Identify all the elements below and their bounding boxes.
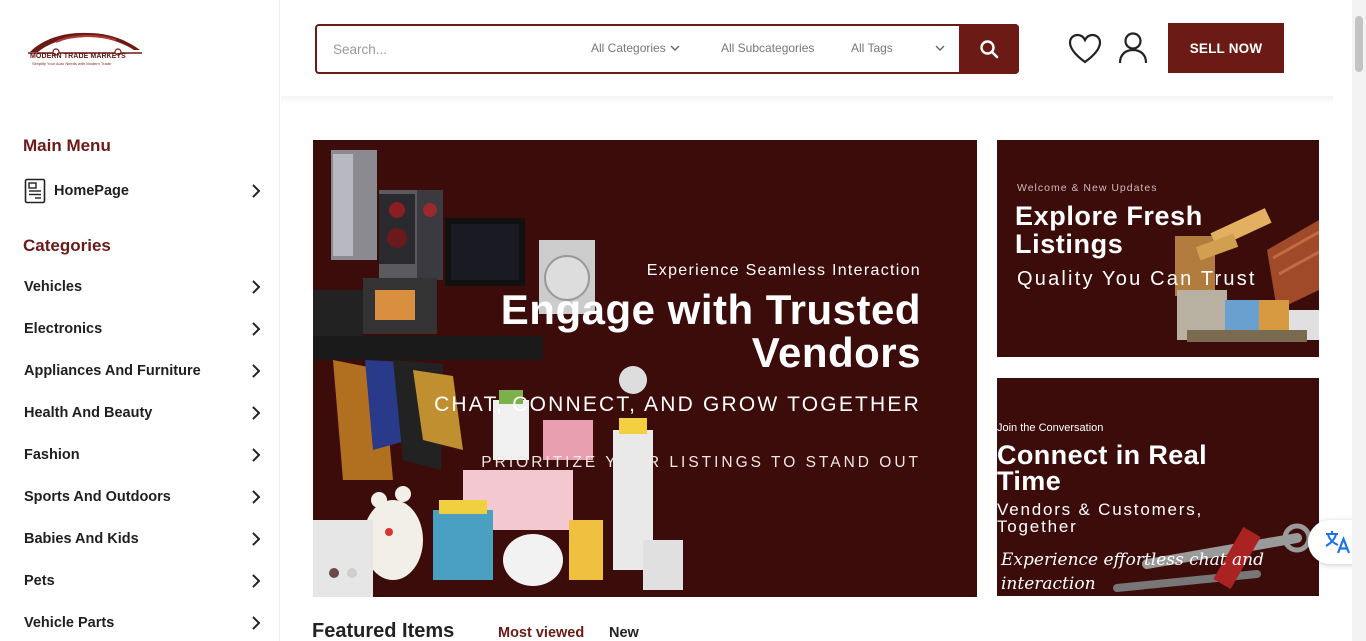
car-logo-icon — [28, 32, 142, 56]
subcategory-select[interactable]: All Subcategories — [721, 41, 817, 55]
heart-icon[interactable] — [1068, 32, 1102, 66]
chevron-right-icon — [252, 490, 261, 504]
main-menu-heading: Main Menu — [23, 136, 111, 155]
translate-icon — [1325, 531, 1351, 554]
logo[interactable]: MODERN TRADE MARKETS Simplify Your Auto … — [26, 28, 144, 72]
sidebar-item-pets[interactable]: Pets — [24, 566, 264, 596]
tab-new[interactable]: New — [609, 625, 639, 641]
banner-connect-real-time[interactable]: Join the Conversation Connect in Real Ti… — [997, 378, 1319, 596]
banner1-title: Explore Fresh Listings — [1015, 202, 1203, 258]
search-input[interactable] — [333, 38, 573, 60]
banner-explore-listings[interactable]: Welcome & New Updates Explore Fresh List… — [997, 140, 1319, 357]
carousel-dot[interactable] — [329, 568, 339, 578]
featured-items-heading: Featured Items — [312, 620, 455, 641]
search-button[interactable] — [959, 24, 1019, 74]
banner1-title-line: Explore Fresh — [1015, 201, 1203, 231]
search-bar: All Categories All Subcategories All Tag… — [315, 24, 1019, 74]
chevron-right-icon — [252, 532, 261, 546]
chevron-right-icon — [252, 448, 261, 462]
sell-now-button[interactable]: SELL NOW — [1168, 23, 1284, 73]
sidebar-item-label: Sports And Outdoors — [24, 489, 171, 505]
scrollbar-thumb[interactable] — [1355, 16, 1363, 72]
hero-eyebrow: Experience Seamless Interaction — [646, 262, 921, 279]
chevron-right-icon — [252, 184, 261, 198]
subcategory-select-value: All Subcategories — [721, 41, 815, 55]
hero-banner[interactable]: Experience Seamless Interaction Engage w… — [313, 140, 977, 597]
sidebar-item-label: Vehicles — [24, 279, 83, 295]
sidebar-item-vehicle-parts[interactable]: Vehicle Parts — [24, 608, 264, 638]
banner1-eyebrow: Welcome & New Updates — [1017, 182, 1158, 194]
sidebar-item-health-and-beauty[interactable]: Health And Beauty — [24, 398, 264, 428]
chevron-down-icon — [670, 45, 680, 51]
chevron-right-icon — [252, 574, 261, 588]
sidebar-item-label: Babies And Kids — [24, 531, 139, 547]
hero-title-line: Engage with Trusted — [500, 286, 921, 333]
sidebar-item-label: Health And Beauty — [24, 405, 153, 421]
sidebar-item-homepage[interactable]: HomePage — [24, 176, 264, 206]
hero-title-line: Vendors — [751, 329, 921, 376]
chevron-right-icon — [252, 406, 261, 420]
banner2-subtitle-line: Together — [997, 517, 1078, 536]
sidebar-item-appliances-and-furniture[interactable]: Appliances And Furniture — [24, 356, 264, 386]
carousel-dot[interactable] — [347, 568, 357, 578]
banner2-title-line: Connect in Real — [997, 440, 1208, 470]
banner2-title-line: Time — [997, 466, 1062, 496]
sidebar-item-electronics[interactable]: Electronics — [24, 314, 264, 344]
tags-select-value: All Tags — [851, 41, 893, 55]
banner2-subtitle-line: Vendors & Customers, — [997, 500, 1204, 519]
sidebar-item-label: Vehicle Parts — [24, 615, 115, 631]
banner2-script-text: Experience effortless chat and interacti… — [1001, 548, 1301, 596]
chevron-right-icon — [252, 280, 261, 294]
categories-heading: Categories — [23, 236, 111, 255]
logo-tagline: Simplify Your Auto Needs with Modern Tra… — [32, 61, 112, 66]
banner1-title-line: Listings — [1015, 229, 1124, 259]
logo-name: MODERN TRADE MARKETS — [30, 53, 126, 60]
tags-select[interactable]: All Tags — [851, 41, 945, 55]
category-select-value: All Categories — [591, 41, 666, 55]
banner2-script-line: Experience effortless chat and — [1001, 550, 1264, 570]
chevron-right-icon — [252, 364, 261, 378]
sidebar-item-babies-and-kids[interactable]: Babies And Kids — [24, 524, 264, 554]
carousel-dots — [329, 568, 357, 578]
banner2-title: Connect in Real Time — [997, 440, 1257, 496]
hero-subtitle-secondary: PRIORITIZE YOUR LISTINGS TO STAND OUT — [481, 454, 921, 471]
chevron-right-icon — [252, 616, 261, 630]
sidebar: MODERN TRADE MARKETS Simplify Your Auto … — [0, 0, 280, 641]
user-icon[interactable] — [1117, 31, 1151, 65]
header-divider — [281, 96, 1333, 104]
page-scrollbar[interactable] — [1352, 0, 1366, 641]
banner2-eyebrow: Join the Conversation — [997, 422, 1104, 434]
banner2-subtitle: Vendors & Customers, Together — [997, 501, 1247, 535]
hero-title: Engage with Trusted Vendors — [501, 288, 921, 374]
banner2-script-line: interaction — [1001, 574, 1096, 594]
sidebar-item-label: Pets — [24, 573, 55, 589]
sidebar-item-fashion[interactable]: Fashion — [24, 440, 264, 470]
search-icon — [980, 40, 999, 59]
chevron-right-icon — [252, 322, 261, 336]
sidebar-item-label: Electronics — [24, 321, 103, 337]
sidebar-item-label: Appliances And Furniture — [24, 363, 201, 379]
sidebar-item-sports-and-outdoors[interactable]: Sports And Outdoors — [24, 482, 264, 512]
hero-subtitle: CHAT, CONNECT, AND GROW TOGETHER — [434, 393, 921, 416]
sidebar-item-vehicles[interactable]: Vehicles — [24, 272, 264, 302]
document-icon — [24, 178, 46, 204]
page: MODERN TRADE MARKETS Simplify Your Auto … — [0, 0, 1366, 641]
sidebar-item-label: HomePage — [54, 183, 129, 199]
tab-most-viewed[interactable]: Most viewed — [498, 625, 584, 641]
sidebar-item-label: Fashion — [24, 447, 80, 463]
category-select[interactable]: All Categories — [591, 41, 680, 55]
chevron-down-icon — [935, 45, 945, 51]
banner1-subtitle: Quality You Can Trust — [1017, 268, 1257, 290]
